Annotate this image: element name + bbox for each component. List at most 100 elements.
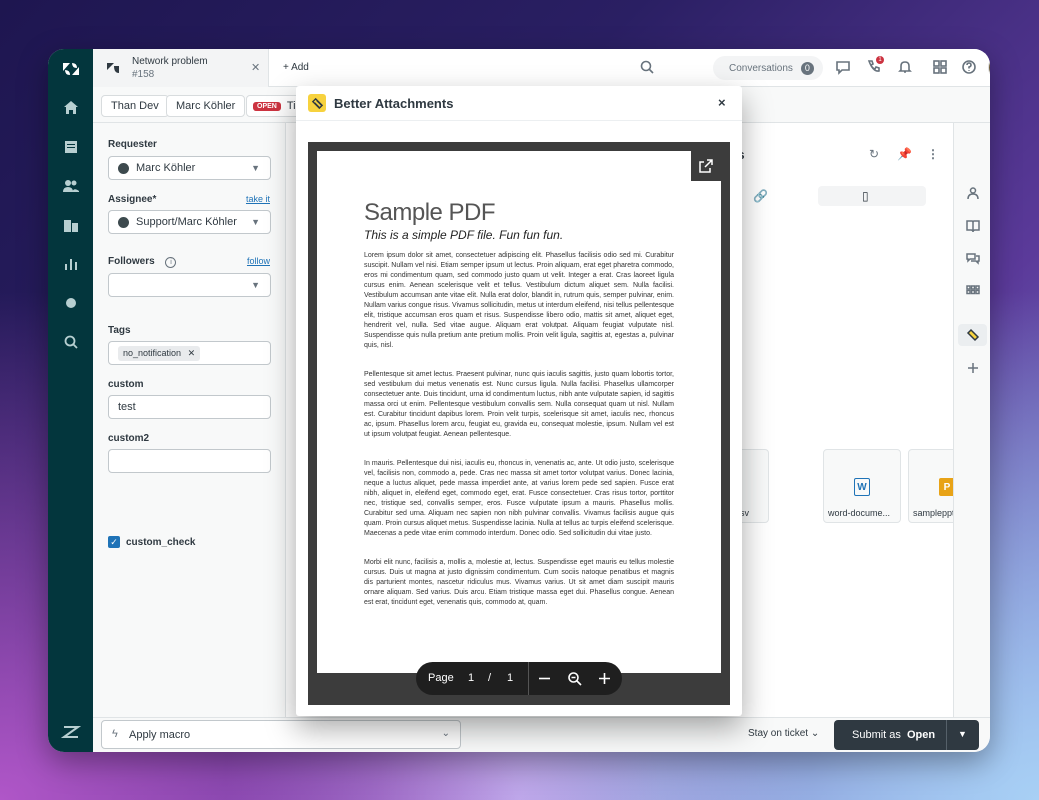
- zendesk-logo-icon[interactable]: [48, 54, 93, 84]
- search-nav-icon[interactable]: [48, 327, 93, 357]
- pdf-paragraph: In mauris. Pellentesque dui nisi, iaculi…: [364, 460, 674, 537]
- chevron-down-icon: ⌄: [810, 728, 820, 739]
- zoom-in-icon[interactable]: [597, 671, 612, 686]
- file-card[interactable]: W word-docume...: [823, 449, 901, 523]
- pdf-title: Sample PDF: [364, 199, 496, 226]
- close-tab-icon[interactable]: ✕: [251, 61, 260, 74]
- submit-button[interactable]: Submit as Open ▼: [834, 720, 979, 750]
- open-external-icon[interactable]: [691, 151, 721, 181]
- zoom-out-icon[interactable]: [537, 671, 552, 686]
- better-attachments-app-icon[interactable]: [958, 324, 987, 346]
- submit-label-text: Submit as: [852, 729, 901, 741]
- attachment-preview-modal: Better Attachments × Sample PDF This is …: [296, 86, 742, 716]
- status-badge: OPEN: [253, 101, 281, 111]
- lightning-icon: ϟ: [112, 728, 118, 740]
- pin-icon[interactable]: 📌: [897, 147, 912, 161]
- ticket-tab-number: #158: [132, 69, 155, 80]
- assignee-label: Assignee*: [108, 194, 157, 205]
- apply-macro-button[interactable]: ϟ Apply macro ⌄: [101, 720, 461, 749]
- word-file-icon: W: [854, 478, 870, 496]
- search-icon[interactable]: [639, 59, 657, 77]
- tags-input[interactable]: no_notification ✕: [108, 341, 271, 365]
- requester-select[interactable]: Marc Köhler ▼: [108, 156, 271, 180]
- add-app-icon[interactable]: [954, 357, 990, 379]
- conversations-button[interactable]: Conversations 0: [713, 56, 823, 80]
- stay-on-ticket-label: Stay on ticket: [748, 728, 809, 739]
- pdf-paragraph: Lorem ipsum dolor sit amet, consectetuer…: [364, 252, 674, 349]
- chevron-down-icon: ▼: [251, 280, 260, 290]
- document-icon[interactable]: ▯: [862, 189, 869, 203]
- crumb-ticket[interactable]: OPEN Ti: [246, 95, 303, 117]
- customers-icon[interactable]: [48, 171, 93, 201]
- bell-icon[interactable]: [897, 59, 915, 77]
- custom-input[interactable]: test: [108, 395, 271, 419]
- refresh-icon[interactable]: ↻: [869, 147, 879, 161]
- bottom-bar: ϟ Apply macro ⌄ Stay on ticket ⌄ Submit …: [93, 717, 990, 752]
- zendesk-footer-logo-icon[interactable]: [48, 717, 93, 747]
- better-attachments-logo-icon: [308, 94, 326, 112]
- phone-notification-badge: 1: [876, 56, 884, 64]
- custom-label: custom: [108, 379, 144, 390]
- stay-on-ticket-dropdown[interactable]: Stay on ticket ⌄: [748, 728, 819, 739]
- link-icon[interactable]: 🔗: [753, 189, 768, 203]
- info-icon: i: [165, 257, 177, 268]
- pdf-viewer: Sample PDF This is a simple PDF file. Fu…: [308, 142, 730, 705]
- tags-label: Tags: [108, 325, 131, 336]
- submit-status: Open: [906, 729, 936, 741]
- take-it-link[interactable]: take it: [246, 194, 270, 204]
- apps-grid-icon[interactable]: [932, 59, 950, 77]
- followers-select[interactable]: ▼: [108, 273, 271, 297]
- file-name: word-docume...: [828, 508, 891, 518]
- divider: [528, 662, 529, 695]
- organizations-icon[interactable]: [48, 210, 93, 240]
- apps-rail-icon[interactable]: [954, 281, 990, 303]
- phone-icon[interactable]: 1: [866, 56, 884, 77]
- add-tab-button[interactable]: + Add: [283, 62, 309, 73]
- custom2-input[interactable]: [108, 449, 271, 473]
- page-label: Page: [428, 672, 454, 684]
- submit-options-chevron-icon[interactable]: ▼: [958, 729, 967, 739]
- ticket-tab-icon: [107, 63, 119, 73]
- conversations-label: Conversations: [729, 62, 793, 74]
- assignee-select[interactable]: Support/Marc Köhler ▼: [108, 210, 271, 234]
- user-avatar[interactable]: [988, 55, 990, 80]
- zoom-reset-icon[interactable]: [567, 671, 582, 686]
- top-bar: Network problem #158 ✕ + Add Conversatio…: [93, 49, 990, 87]
- right-rail: [953, 123, 990, 717]
- add-tab-label: Add: [291, 62, 309, 73]
- admin-gear-icon[interactable]: [48, 288, 93, 318]
- reporting-icon[interactable]: [48, 249, 93, 279]
- left-nav: [48, 49, 93, 752]
- assignee-value: Support/Marc Köhler: [136, 216, 237, 228]
- custom-check-checkbox[interactable]: ✓: [108, 536, 120, 548]
- requester-avatar: [118, 162, 129, 174]
- attachments-tabs: 🔗 ▯: [722, 186, 936, 206]
- ticket-tab-title: Network problem: [132, 56, 208, 67]
- home-icon[interactable]: [48, 93, 93, 123]
- custom2-label: custom2: [108, 433, 150, 444]
- help-icon[interactable]: [961, 59, 979, 77]
- pdf-page: Sample PDF This is a simple PDF file. Fu…: [317, 151, 721, 673]
- chevron-down-icon: ▼: [251, 217, 260, 227]
- chat-icon[interactable]: [835, 59, 853, 77]
- views-icon[interactable]: [48, 132, 93, 162]
- conversations-rail-icon[interactable]: [954, 248, 990, 270]
- file-name: sv: [740, 508, 749, 518]
- tag-chip-label: no_notification: [123, 347, 182, 358]
- remove-tag-icon[interactable]: ✕: [188, 348, 196, 358]
- chevron-down-icon: ▼: [251, 163, 260, 173]
- close-icon[interactable]: ×: [718, 95, 726, 110]
- follow-link[interactable]: follow: [247, 256, 270, 266]
- user-profile-icon[interactable]: [954, 182, 990, 204]
- crumb-organization[interactable]: Than Dev: [101, 95, 169, 117]
- page-number-input[interactable]: 1: [468, 672, 474, 684]
- more-options-icon[interactable]: ⋮: [927, 147, 939, 161]
- page-separator: /: [488, 672, 492, 684]
- pdf-paragraph: Morbi elit nunc, facilisis a, mollis a, …: [364, 559, 674, 606]
- ticket-properties: Requester Marc Köhler ▼ Assignee* take i…: [93, 123, 286, 717]
- knowledge-icon[interactable]: [954, 215, 990, 237]
- ticket-tab[interactable]: Network problem #158 ✕: [93, 49, 269, 87]
- pdf-subtitle: This is a simple PDF file. Fun fun fun.: [364, 228, 564, 242]
- assignee-avatar: [118, 216, 129, 228]
- crumb-requester[interactable]: Marc Köhler: [166, 95, 246, 117]
